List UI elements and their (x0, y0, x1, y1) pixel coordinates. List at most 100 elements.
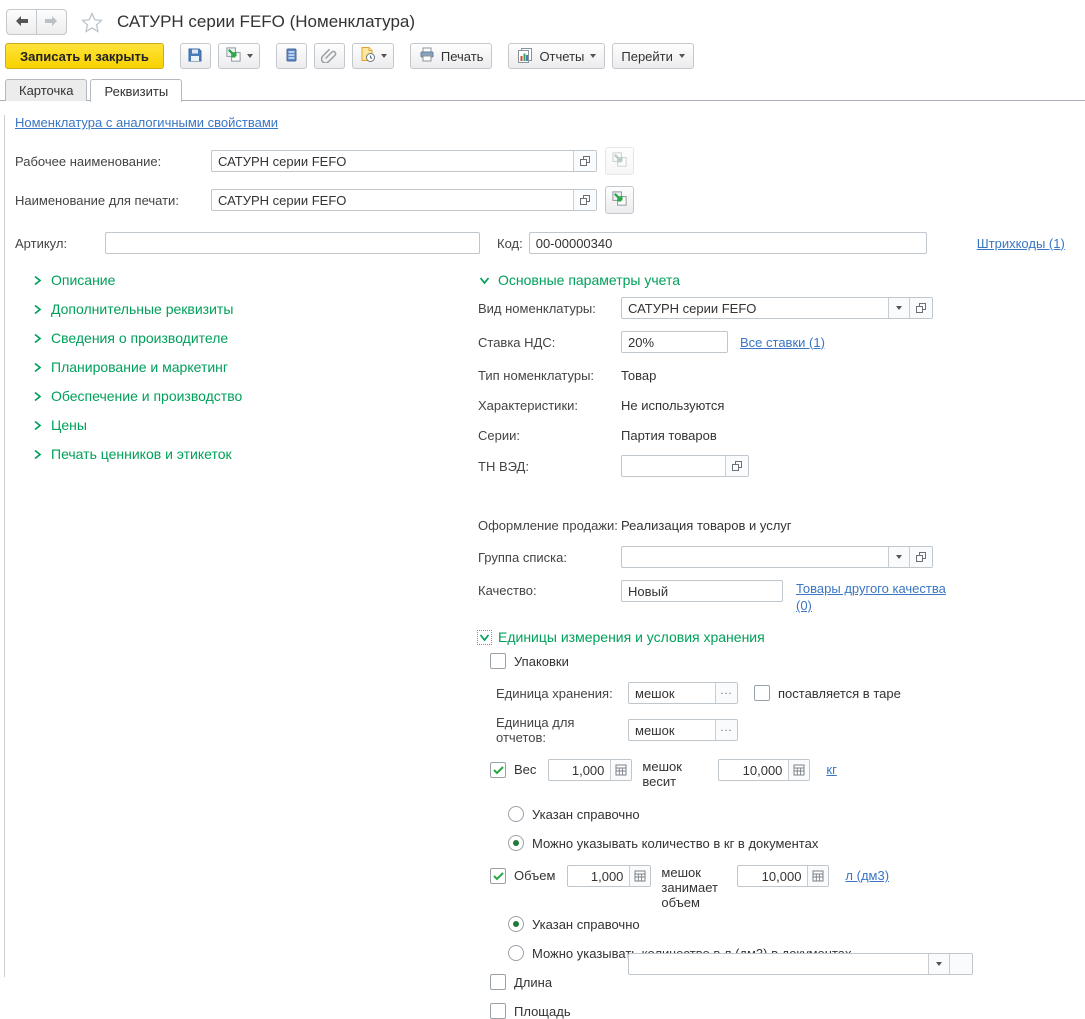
weight-in-documents-radio[interactable] (508, 835, 524, 851)
copy-working-name-button[interactable] (605, 147, 634, 175)
print-name-input[interactable] (212, 190, 573, 210)
section-supply-production[interactable]: Обеспечение и производство (31, 388, 478, 404)
copy-print-name-button[interactable] (605, 186, 634, 214)
combo-caret-icon[interactable] (928, 954, 949, 974)
back-button[interactable] (7, 10, 36, 34)
code-input[interactable] (528, 232, 927, 254)
section-label: Обеспечение и производство (51, 388, 243, 404)
tnved-input[interactable] (622, 456, 725, 476)
calculator-grid-icon[interactable] (807, 866, 829, 886)
weight-value-input[interactable] (719, 760, 789, 780)
section-description[interactable]: Описание (31, 272, 478, 288)
print-name-group (211, 189, 597, 211)
quality-input[interactable] (621, 580, 783, 602)
dropdown-caret-icon (590, 54, 597, 58)
report-unit-input[interactable] (629, 720, 715, 740)
ellipsis-picker-icon[interactable]: ... (715, 720, 737, 740)
open-in-window-icon[interactable] (573, 190, 596, 210)
storage-unit-input[interactable] (629, 683, 715, 703)
area-checkbox[interactable] (490, 1003, 506, 1019)
open-in-window-icon[interactable] (909, 547, 932, 567)
volume-in-documents-radio[interactable] (508, 945, 524, 961)
working-name-input[interactable] (212, 151, 573, 171)
in-tare-checkbox[interactable] (754, 685, 770, 701)
code-label: Код: (497, 235, 523, 251)
area-label: Площадь (514, 1003, 571, 1019)
weight-reference-radio[interactable] (508, 806, 524, 822)
section-label: Основные параметры учета (498, 272, 681, 288)
attachments-button[interactable] (313, 43, 345, 69)
forward-arrow-icon (44, 15, 59, 30)
calculator-grid-icon[interactable] (629, 866, 651, 886)
section-units-storage[interactable]: Единицы измерения и условия хранения (477, 629, 1085, 645)
favorite-star-icon[interactable] (81, 11, 103, 33)
print-button[interactable]: Печать (409, 43, 493, 69)
structure-list-button[interactable] (275, 43, 307, 69)
combo-caret-icon[interactable] (888, 298, 909, 318)
calculator-grid-icon[interactable] (788, 760, 810, 780)
all-rates-link[interactable]: Все ставки (1) (740, 335, 825, 350)
open-in-window-icon[interactable] (949, 954, 972, 974)
chevron-right-icon (31, 390, 44, 403)
section-main-params[interactable]: Основные параметры учета (478, 272, 1085, 288)
document-history-button[interactable] (351, 43, 394, 69)
clipped-bottom-input[interactable] (629, 954, 928, 974)
calculator-grid-icon[interactable] (610, 760, 632, 780)
section-label: Цены (51, 417, 87, 433)
goto-button-label: Перейти (621, 48, 673, 64)
save-and-close-button[interactable]: Записать и закрыть (5, 43, 164, 69)
tab-card[interactable]: Карточка (5, 79, 88, 101)
reports-menu-button[interactable]: Отчеты (508, 43, 606, 69)
barcodes-link[interactable]: Штрихкоды (1) (977, 236, 1065, 251)
other-quality-link[interactable]: Товары другого качества (0) (796, 580, 958, 614)
similar-nomenclature-link[interactable]: Номенклатура с аналогичными свойствами (15, 115, 278, 130)
section-price-tags-labels[interactable]: Печать ценников и этикеток (31, 446, 478, 462)
section-planning-marketing[interactable]: Планирование и маркетинг (31, 359, 478, 375)
dropdown-caret-icon (678, 54, 685, 58)
article-input[interactable] (105, 232, 480, 254)
length-checkbox[interactable] (490, 974, 506, 990)
clipped-bottom-combo (628, 953, 973, 975)
forward-button[interactable] (36, 10, 66, 34)
print-button-label: Печать (440, 48, 484, 64)
vat-input[interactable] (621, 331, 728, 353)
ellipsis-picker-icon[interactable]: ... (715, 683, 737, 703)
tab-requisites[interactable]: Реквизиты (90, 79, 183, 102)
in-tare-label: поставляется в таре (778, 685, 901, 701)
weight-value-group (718, 759, 811, 781)
dropdown-caret-icon (246, 54, 253, 58)
kg-unit-link[interactable]: кг (826, 762, 836, 777)
section-label: Единицы измерения и условия хранения (498, 629, 765, 645)
series-value: Партия товаров (621, 428, 717, 443)
volume-value-input[interactable] (738, 866, 808, 886)
chevron-right-icon (31, 419, 44, 432)
list-group-combo (621, 546, 933, 568)
save-button[interactable] (179, 43, 211, 69)
weight-checkbox[interactable] (490, 762, 506, 778)
volume-reference-radio[interactable] (508, 916, 524, 932)
list-group-input[interactable] (622, 547, 888, 567)
printer-icon (419, 47, 435, 65)
section-additional-attributes[interactable]: Дополнительные реквизиты (31, 301, 478, 317)
type-value: Товар (621, 368, 657, 383)
storage-unit-group: ... (628, 682, 738, 704)
open-in-window-icon[interactable] (573, 151, 596, 171)
volume-coef-input[interactable] (568, 866, 630, 886)
liters-unit-link[interactable]: л (дм3) (845, 868, 889, 883)
combo-caret-icon[interactable] (888, 547, 909, 567)
tab-strip: Карточка Реквизиты (0, 79, 1085, 102)
section-manufacturer-info[interactable]: Сведения о производителе (31, 330, 478, 346)
open-in-window-icon[interactable] (725, 456, 748, 476)
weight-in-documents-label: Можно указывать количество в кг в докуме… (532, 835, 819, 851)
quality-label: Качество: (478, 583, 537, 598)
packages-checkbox[interactable] (490, 653, 506, 669)
copy-menu-button[interactable] (217, 43, 260, 69)
volume-checkbox[interactable] (490, 868, 506, 884)
goto-menu-button[interactable]: Перейти (612, 43, 694, 69)
tnved-label: ТН ВЭД: (478, 458, 529, 474)
chevron-right-icon (31, 448, 44, 461)
section-prices[interactable]: Цены (31, 417, 478, 433)
vid-input[interactable] (622, 298, 888, 318)
open-in-window-icon[interactable] (909, 298, 932, 318)
weight-coef-input[interactable] (549, 760, 611, 780)
